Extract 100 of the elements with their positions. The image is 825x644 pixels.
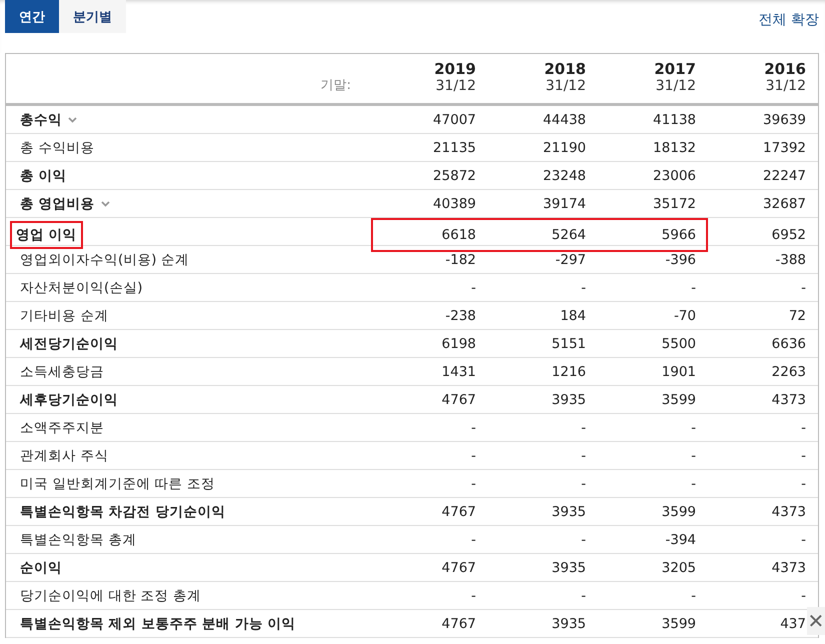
table-cell-text: -238 <box>444 308 476 324</box>
table-cell-text: 3935 <box>550 392 586 408</box>
period-tab[interactable]: 분기별 <box>59 0 126 33</box>
table-cell-text: - <box>470 420 476 436</box>
table-cell-text: 5264 <box>550 227 586 243</box>
row-label: 총수익 <box>20 110 62 128</box>
table-cell-text: 6636 <box>770 336 806 352</box>
table-cell-text: 23006 <box>652 168 696 184</box>
table-cell-text: - <box>690 280 696 296</box>
table-cell-text: - <box>800 420 806 436</box>
table-cell-text: - <box>470 476 476 492</box>
table-cell-text: 39174 <box>542 196 586 212</box>
row-label: 특별손익항목 차감전 당기순이익 <box>20 502 226 520</box>
table-cell-text: 3599 <box>660 616 696 632</box>
close-button[interactable]: ✕ <box>807 607 825 635</box>
table-cell-text: 23248 <box>542 168 586 184</box>
table-cell-text: - <box>580 448 586 464</box>
row-label: 소득세충당금 <box>20 362 104 380</box>
table-cell-text: 3935 <box>550 504 586 520</box>
period-label: 기말: <box>320 77 352 94</box>
table-cell-text: - <box>800 532 806 548</box>
table-cell-text: 44438 <box>542 112 586 128</box>
period-tab[interactable]: 연간 <box>5 0 59 33</box>
table-cell-text: - <box>580 476 586 492</box>
table-cell-text: 4373 <box>770 392 806 408</box>
row-label: 당기순이익에 대한 조정 총계 <box>20 586 201 604</box>
date-header: 31/12 <box>656 78 696 94</box>
table-cell-text: 5151 <box>550 336 586 352</box>
table-cell-text: 2263 <box>770 364 806 380</box>
table-cell-text: - <box>800 588 806 604</box>
table-cell-text: 47007 <box>432 112 476 128</box>
table-cell-text: 4767 <box>440 392 476 408</box>
table-cell-text: 3935 <box>550 560 586 576</box>
table-cell-text: 6618 <box>440 227 476 243</box>
year-header: 2017 <box>654 60 696 78</box>
table-cell-text: 40389 <box>432 196 476 212</box>
table-cell-text: 1901 <box>660 364 696 380</box>
table-cell-text: -394 <box>664 532 696 548</box>
table-cell-text: 4373 <box>770 504 806 520</box>
table-cell-text: 41138 <box>652 112 696 128</box>
table-cell-text: 3205 <box>660 560 696 576</box>
table-cell-text: 6952 <box>770 227 806 243</box>
table-cell-text: 437 <box>779 616 806 632</box>
row-label: 영업 이익 <box>12 223 81 247</box>
chevron-down-icon[interactable] <box>100 200 110 206</box>
table-cell-text: - <box>690 420 696 436</box>
table-cell-text: -70 <box>672 308 696 324</box>
year-header: 2018 <box>544 60 586 78</box>
table-cell-text: 3935 <box>550 616 586 632</box>
row-label: 자산처분이익(손실) <box>20 278 143 296</box>
table-cell-text: 1216 <box>550 364 586 380</box>
table-cell-text: 35172 <box>652 196 696 212</box>
table-cell-text: - <box>580 532 586 548</box>
table-cell-text: 4767 <box>440 616 476 632</box>
row-label: 순이익 <box>20 558 62 576</box>
table-cell-text: 4373 <box>770 560 806 576</box>
table-cell-text: 21190 <box>542 140 586 156</box>
table-cell-text: - <box>470 588 476 604</box>
table-cell-text: 22247 <box>762 168 806 184</box>
table-cell-text: - <box>470 532 476 548</box>
table-cell-text: 17392 <box>762 140 806 156</box>
year-header: 2019 <box>434 60 476 78</box>
table-cell-text: -388 <box>774 252 806 268</box>
table-cell-text: - <box>580 588 586 604</box>
row-label: 특별손익항목 총계 <box>20 530 136 548</box>
row-label: 세전당기순이익 <box>20 334 118 352</box>
row-label: 관계회사 주식 <box>20 446 108 464</box>
date-header: 31/12 <box>766 78 806 94</box>
table-cell-text: 21135 <box>432 140 476 156</box>
table-cell-text: - <box>800 448 806 464</box>
date-header: 31/12 <box>436 78 476 94</box>
table-cell-text: - <box>690 588 696 604</box>
table-cell-text: 3599 <box>660 504 696 520</box>
table-cell-text: - <box>580 280 586 296</box>
table-cell-text: -182 <box>444 252 476 268</box>
date-header: 31/12 <box>546 78 586 94</box>
table-cell-text: 184 <box>559 308 586 324</box>
row-label: 특별손익항목 제외 보통주주 분배 가능 이익 <box>20 614 296 632</box>
table-cell-text: - <box>800 280 806 296</box>
table-cell-text: - <box>470 280 476 296</box>
table-cell-text: -396 <box>664 252 696 268</box>
table-cell-text: 5966 <box>660 227 696 243</box>
row-label: 총 영업비용 <box>20 194 95 212</box>
row-label: 총 수익비용 <box>20 138 94 156</box>
table-cell-text: 3599 <box>660 392 696 408</box>
table-cell-text: - <box>690 448 696 464</box>
row-label: 총 이익 <box>20 166 67 184</box>
table-cell-text: - <box>800 476 806 492</box>
row-label: 기타비용 순계 <box>20 306 108 324</box>
table-cell-text: 1431 <box>440 364 476 380</box>
expand-all-link[interactable]: 전체 확장 <box>758 11 819 29</box>
year-header: 2016 <box>764 60 806 78</box>
table-cell-text: 18132 <box>652 140 696 156</box>
table-cell-text: 32687 <box>762 196 806 212</box>
row-label: 세후당기순이익 <box>20 390 118 408</box>
table-cell-text: 39639 <box>762 112 806 128</box>
table-cell-text: - <box>580 420 586 436</box>
table-cell-text: - <box>470 448 476 464</box>
chevron-down-icon[interactable] <box>68 116 77 122</box>
table-cell-text: - <box>690 476 696 492</box>
